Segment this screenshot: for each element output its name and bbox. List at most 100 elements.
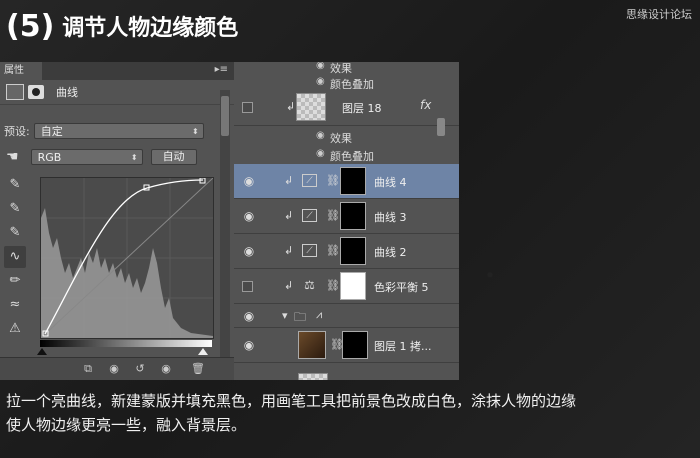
curves-adjust-icon: ⟋ — [302, 174, 317, 187]
clip-arrow-icon: ↲ — [284, 244, 294, 257]
preset-label: 预设: — [4, 125, 30, 138]
clip-arrow-icon: ↲ — [284, 279, 294, 292]
curves-adjust-icon[interactable] — [6, 84, 24, 100]
layer-mask-thumbnail[interactable] — [340, 272, 366, 300]
visibility-toggle[interactable] — [242, 102, 253, 113]
pencil-draw-icon[interactable]: ✏ — [4, 270, 26, 292]
curves-graph[interactable] — [40, 177, 214, 339]
layer-row-curves4[interactable]: ◉ ↲ ⟋ ⛓ 曲线 4 — [234, 164, 459, 199]
watermark: 思缘设计论坛 — [626, 8, 692, 21]
curves-adjust-icon: ⟋ — [302, 244, 317, 257]
eye-icon[interactable]: ◉ — [316, 148, 325, 159]
eyedropper-black-icon[interactable]: ✎ — [4, 174, 26, 196]
channel-select[interactable]: RGB ⬍ — [30, 149, 143, 165]
clip-arrow-icon: ↲ — [284, 209, 294, 222]
link-icon[interactable]: ⛓ — [326, 174, 340, 187]
eyedropper-white-icon[interactable]: ✎ — [4, 222, 26, 244]
color-overlay-row[interactable]: ◉ 颜色叠加 — [234, 146, 459, 164]
mask-icon[interactable] — [28, 85, 44, 99]
channel-value: RGB — [37, 151, 62, 164]
visibility-toggle[interactable] — [242, 281, 253, 292]
properties-scrollbar[interactable] — [220, 90, 230, 358]
layer-thumbnail — [296, 93, 326, 121]
input-gradient-bar — [40, 340, 212, 347]
eye-icon[interactable]: ◉ — [240, 309, 258, 323]
layer-thumbnail — [298, 373, 328, 380]
eye-icon[interactable]: ◉ — [316, 76, 325, 87]
properties-title: 曲线 — [56, 86, 78, 99]
effect-label: 效果 — [330, 132, 352, 145]
layer-row-curves3[interactable]: ◉ ↲ ⟋ ⛓ 曲线 3 — [234, 199, 459, 234]
link-icon[interactable]: ⛓ — [326, 279, 340, 292]
fx-icon[interactable]: fx — [420, 98, 431, 112]
tutorial-caption: 拉一个亮曲线，新建蒙版并填充黑色，用画笔工具把前景色改成白色，涂抹人物的边缘 使… — [6, 389, 700, 437]
curve-point-tool-icon[interactable]: ∿ — [4, 246, 26, 268]
eye-icon[interactable]: ◉ — [240, 174, 258, 188]
expand-arrow-icon[interactable]: ▾ — [282, 309, 288, 322]
clip-arrow-icon: ↲ — [286, 100, 296, 113]
caption-line-1: 拉一个亮曲线，新建蒙版并填充黑色，用画笔工具把前景色改成白色，涂抹人物的边缘 — [6, 392, 577, 410]
step-heading: 调节人物边缘颜色 — [62, 16, 239, 41]
panel-menu-icon[interactable]: ▸≡ — [215, 64, 228, 75]
target-hand-icon[interactable]: ☚ — [6, 149, 19, 165]
layers-panel: ◉ 效果 ◉ 颜色叠加 ↲ 图层 18 fx ◉ 效果 ◉ 颜色叠加 ◉ ↲ ⟋ ⛓ 曲… — [234, 62, 459, 380]
effect-label: 颜色叠加 — [330, 150, 374, 163]
preset-value: 自定 — [40, 125, 63, 138]
chevron-updown-icon: ⬍ — [130, 153, 138, 162]
black-point-slider[interactable] — [37, 348, 47, 355]
preset-select[interactable]: 自定 ⬍ — [33, 123, 204, 139]
channel-row: ☚ RGB ⬍ 自动 — [0, 146, 197, 168]
folder-icon: 🗀 — [294, 310, 307, 324]
properties-header: 曲线 — [0, 80, 234, 105]
tab-properties[interactable]: 属性 — [0, 62, 42, 80]
layer-row-layer18[interactable]: ↲ 图层 18 fx — [234, 90, 459, 136]
layer-mask-thumbnail[interactable] — [340, 167, 366, 195]
link-icon[interactable]: ⛓ — [326, 209, 340, 222]
step-number: (5) — [6, 8, 55, 44]
preset-row: 预设: 自定 ⬍ — [0, 120, 204, 142]
white-point-slider[interactable] — [198, 348, 208, 355]
layer-name: 曲线 3 — [374, 211, 407, 224]
pass-through-icon: ⩘ — [316, 308, 323, 321]
curves-adjust-icon: ⟋ — [302, 209, 317, 222]
eye-icon[interactable]: ◉ — [316, 130, 325, 141]
layer-name: 曲线 2 — [374, 246, 407, 259]
reset-icon[interactable]: ↺ — [132, 362, 148, 376]
eye-icon[interactable]: ◉ — [316, 62, 325, 71]
properties-footer: ⧉ ◉ ↺ ◉ 🗑 — [0, 357, 234, 380]
visibility-icon[interactable]: ◉ — [158, 362, 174, 376]
eye-icon[interactable]: ◉ — [240, 338, 258, 352]
trash-icon[interactable]: 🗑 — [190, 362, 206, 376]
layer-mask-thumbnail[interactable] — [340, 202, 366, 230]
layer-mask-thumbnail[interactable] — [340, 237, 366, 265]
view-previous-icon[interactable]: ◉ — [106, 362, 122, 376]
layer-name: 色彩平衡 5 — [374, 281, 429, 294]
chevron-updown-icon: ⬍ — [192, 127, 199, 136]
scrollbar-thumb[interactable] — [221, 96, 229, 136]
clipping-warning-icon[interactable]: ⚠ — [4, 318, 26, 340]
auto-button[interactable]: 自动 — [150, 149, 197, 165]
balance-scale-icon: ⚖ — [304, 278, 315, 292]
eyedropper-gray-icon[interactable]: ✎ — [4, 198, 26, 220]
layer-row-color-balance[interactable]: ↲ ⚖ ⛓ 色彩平衡 5 — [234, 269, 459, 304]
caption-line-2: 使人物边缘更亮一些，融入背景层。 — [6, 416, 247, 434]
properties-tabbar: 属性 ▸≡ — [0, 62, 234, 80]
link-icon[interactable]: ⛓ — [326, 244, 340, 257]
layer-thumbnail — [298, 331, 326, 359]
layer-row-layer1-copy[interactable]: ◉ ⛓ 图层 1 拷... — [234, 328, 459, 363]
layer-name: 曲线 4 — [374, 176, 407, 189]
layer-row-curves2[interactable]: ◉ ↲ ⟋ ⛓ 曲线 2 — [234, 234, 459, 269]
smooth-curve-icon[interactable]: ≈ — [4, 294, 26, 316]
eye-icon[interactable]: ◉ — [240, 244, 258, 258]
eye-icon[interactable]: ◉ — [240, 209, 258, 223]
effects-row[interactable]: ◉ 效果 — [234, 128, 459, 146]
clip-arrow-icon: ↲ — [284, 174, 294, 187]
layer-mask-thumbnail[interactable] — [342, 331, 368, 359]
layer-group-row[interactable]: ◉ ▾ 🗀 ⩘ — [234, 304, 459, 328]
properties-panel: 属性 ▸≡ 曲线 预设: 自定 ⬍ ☚ RGB ⬍ 自动 ✎ ✎ ✎ ∿ ✏ ≈… — [0, 62, 235, 380]
layer-name: 图层 18 — [342, 102, 382, 115]
layer-row-partial[interactable] — [234, 363, 459, 380]
clip-to-layer-icon[interactable]: ⧉ — [80, 362, 96, 376]
step-title: (5) 调节人物边缘颜色 — [6, 6, 238, 46]
layer-name: 图层 1 拷... — [374, 340, 432, 353]
